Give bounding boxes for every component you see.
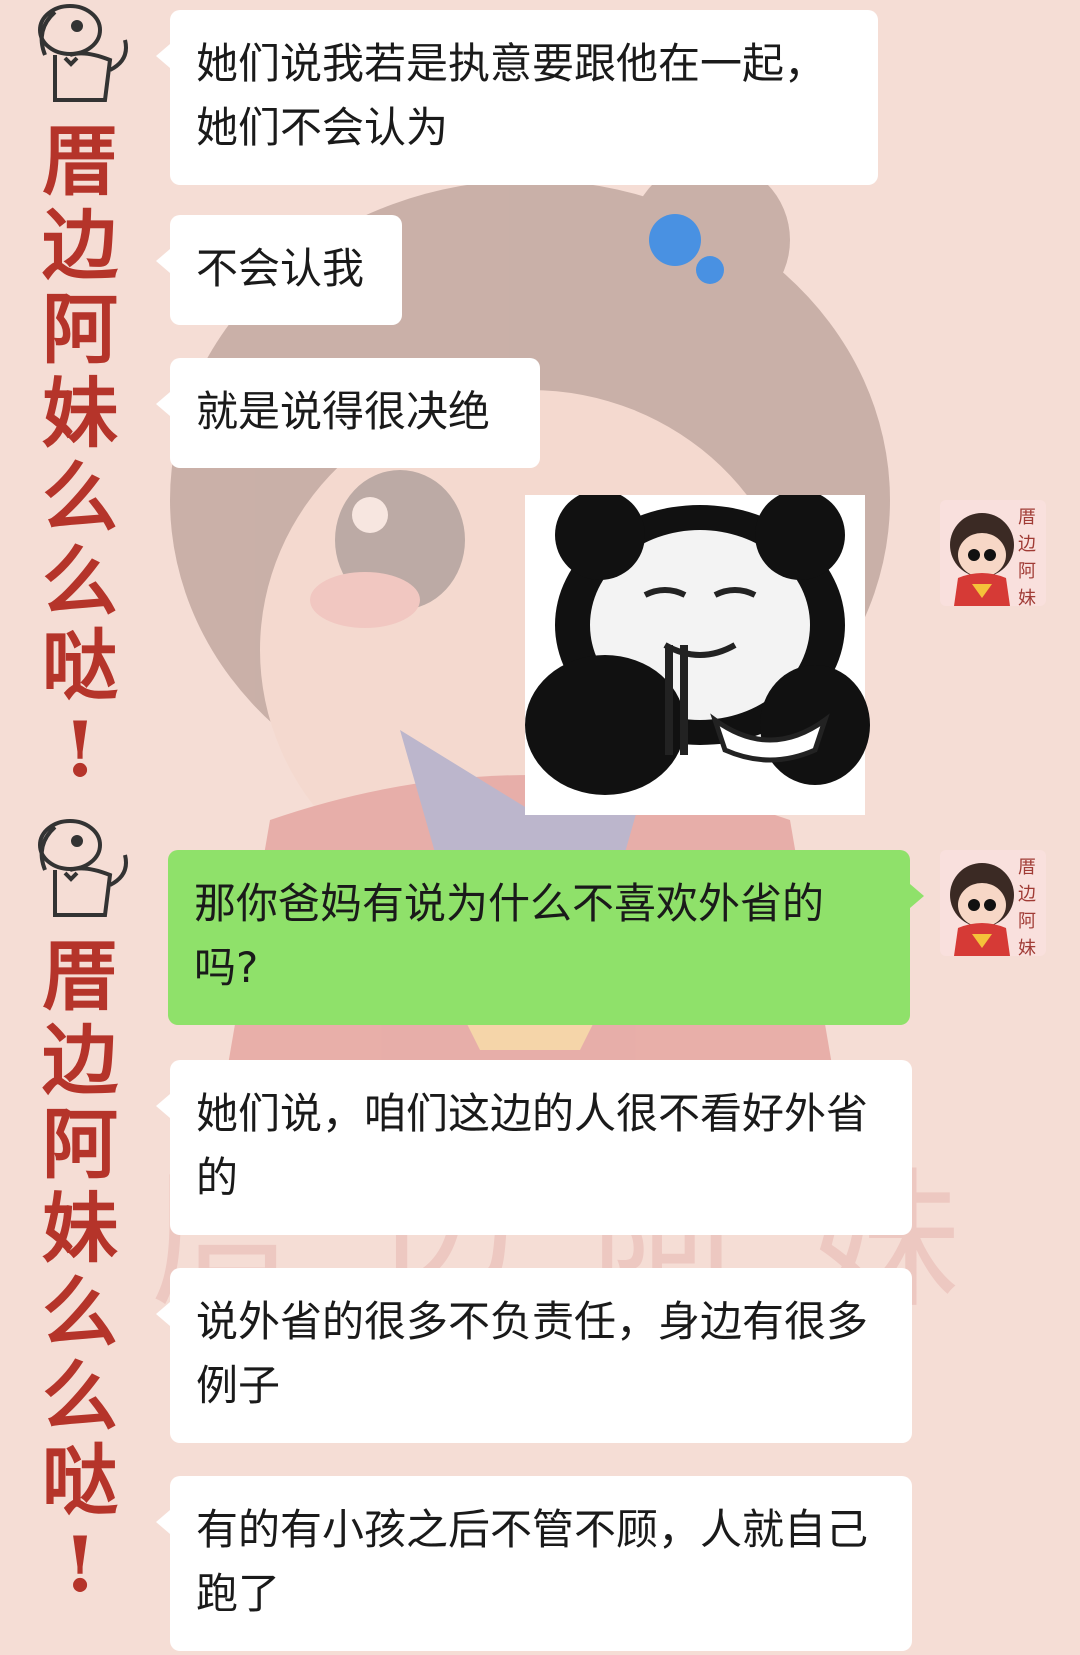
message-bubble-incoming[interactable]: 有的有小孩之后不管不顾，人就自己跑了	[156, 1476, 912, 1651]
avatar[interactable]: 厝边阿妹	[940, 500, 1046, 606]
side-label-char: 妹	[42, 369, 118, 458]
message-bubble-incoming[interactable]: 就是说得很决绝	[156, 358, 540, 468]
message-text: 说外省的很多不负责任，身边有很多例子	[196, 1297, 869, 1410]
side-decoration-bottom: 厝 边 阿 妹 么 么 哒 !	[15, 815, 145, 1607]
side-label-char: 么	[42, 453, 118, 542]
side-label-char: 阿	[42, 1100, 118, 1189]
side-label-char: 边	[42, 201, 118, 290]
side-label-char: 厝	[42, 117, 118, 206]
message-text: 那你爸妈有说为什么不喜欢外省的吗?	[194, 879, 825, 992]
side-label-char: 么	[42, 1268, 118, 1357]
message-bubble-outgoing[interactable]: 那你爸妈有说为什么不喜欢外省的吗?	[168, 850, 924, 1025]
side-label-char: 厝	[42, 932, 118, 1021]
side-label-char: 阿	[42, 285, 118, 374]
avatar-label: 厝边阿妹	[1018, 857, 1036, 956]
side-label-char: 妹	[42, 1184, 118, 1273]
side-label-char: 么	[42, 1352, 118, 1441]
side-label-char: 哒	[42, 1436, 118, 1525]
avatar[interactable]: 厝边阿妹	[940, 850, 1046, 956]
message-text: 不会认我	[196, 244, 365, 293]
side-label-char: 么	[42, 537, 118, 626]
side-label-char: !	[63, 705, 97, 794]
message-text: 她们说，咱们这边的人很不看好外省的	[196, 1089, 869, 1202]
side-label-char: 哒	[42, 621, 118, 710]
side-label-char: !	[63, 1520, 97, 1609]
side-decoration-top: 厝 边 阿 妹 么 么 哒 !	[15, 0, 145, 792]
message-bubble-incoming[interactable]: 说外省的很多不负责任，身边有很多例子	[156, 1268, 912, 1443]
message-bubble-incoming[interactable]: 她们说，咱们这边的人很不看好外省的	[156, 1060, 912, 1235]
dog-icon	[38, 819, 128, 917]
panda-eating-sticker[interactable]	[515, 495, 875, 815]
message-text: 有的有小孩之后不管不顾，人就自己跑了	[196, 1505, 869, 1618]
message-bubble-incoming[interactable]: 她们说我若是执意要跟他在一起，她们不会认为	[156, 10, 878, 185]
message-text: 就是说得很决绝	[196, 387, 491, 436]
dog-icon	[38, 4, 128, 102]
message-bubble-incoming[interactable]: 不会认我	[156, 215, 402, 325]
side-label-char: 边	[42, 1016, 118, 1105]
avatar-label: 厝边阿妹	[1018, 507, 1036, 606]
message-text: 她们说我若是执意要跟他在一起，她们不会认为	[196, 39, 827, 152]
